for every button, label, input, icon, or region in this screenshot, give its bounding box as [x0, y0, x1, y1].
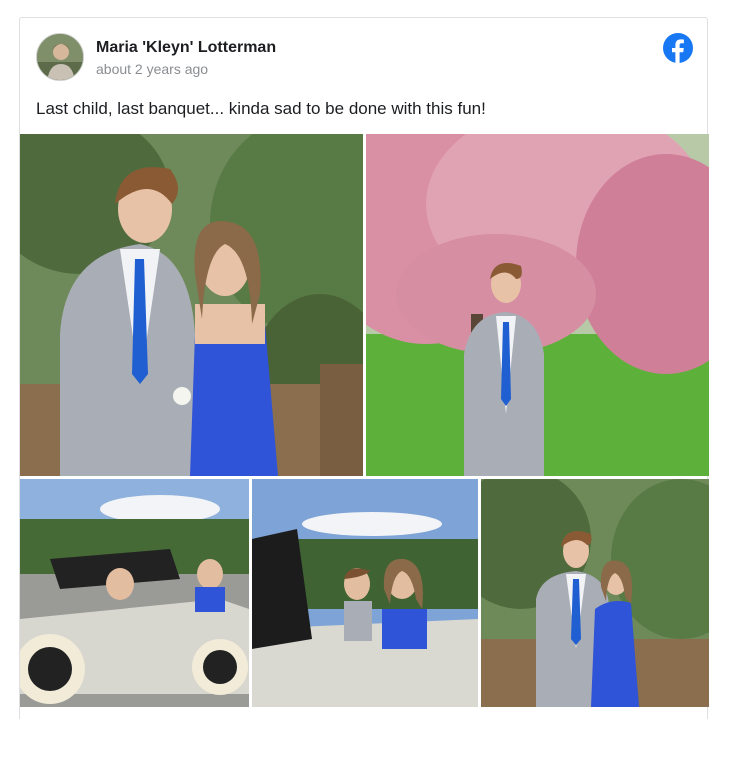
post-card: Maria 'Kleyn' Lotterman about 2 years ag… [19, 17, 709, 719]
post-photo-couple-pine-trees[interactable] [20, 134, 363, 476]
author-name[interactable]: Maria 'Kleyn' Lotterman [96, 39, 276, 57]
post-photo-antique-car-driving[interactable] [20, 479, 249, 707]
author-avatar[interactable] [36, 33, 84, 81]
post-timestamp[interactable]: about 2 years ago [96, 61, 208, 77]
post-photo-couple-in-car[interactable] [252, 479, 478, 707]
post-text: Last child, last banquet... kinda sad to… [36, 99, 486, 118]
post-photo-boy-cherry-blossom[interactable] [366, 134, 709, 476]
facebook-logo-icon[interactable] [663, 33, 693, 63]
post-photo-couple-standing[interactable] [481, 479, 709, 707]
